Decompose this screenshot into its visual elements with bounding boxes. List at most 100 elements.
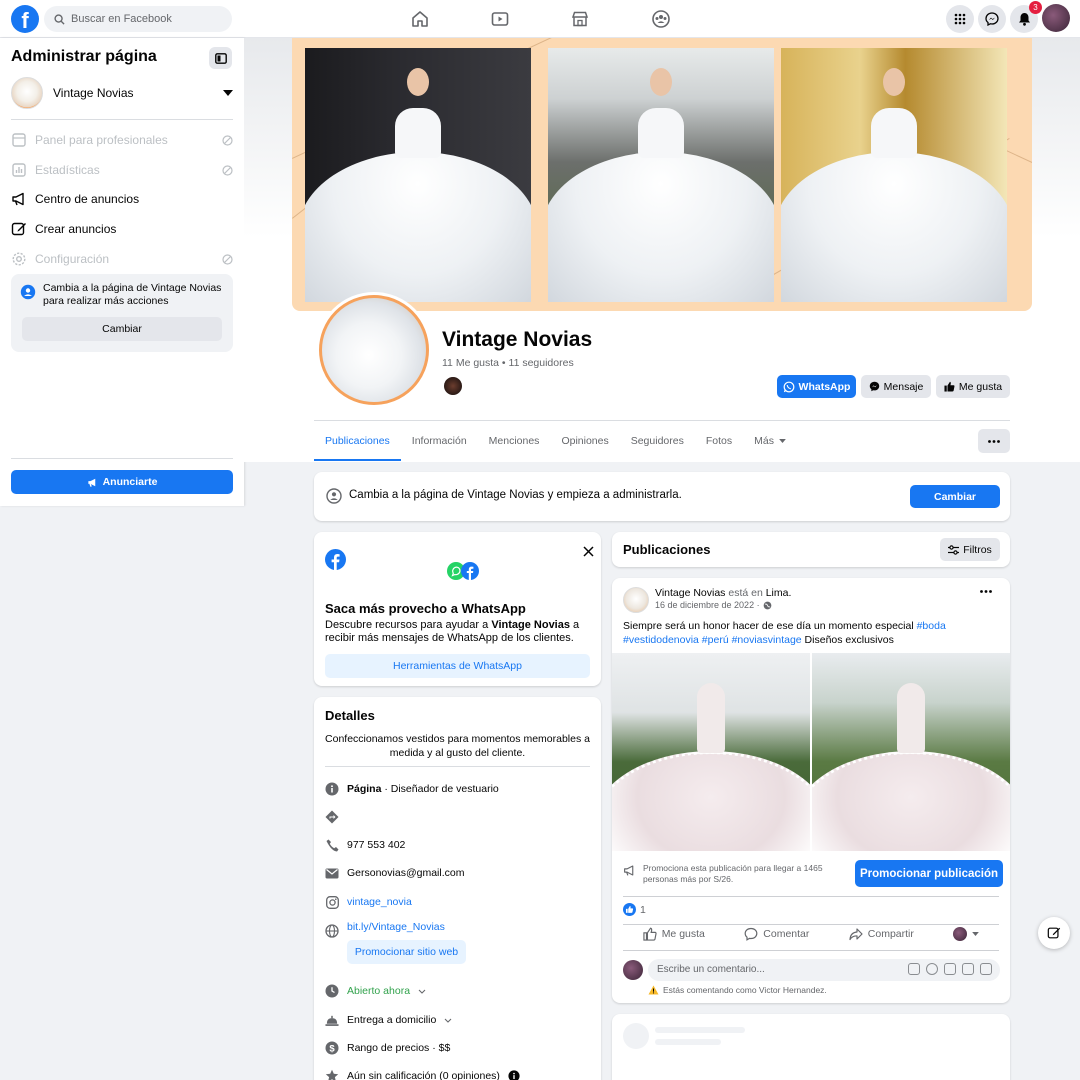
post-author-avatar[interactable]: [623, 587, 649, 613]
commenter-avatar[interactable]: [623, 960, 643, 980]
reaction-profile-selector[interactable]: [953, 927, 980, 941]
commenter-avatar: [953, 927, 968, 941]
like-reaction-icon: [623, 903, 636, 916]
sidebar-item-settings[interactable]: Configuración: [11, 246, 233, 272]
sticker-icon[interactable]: [980, 963, 992, 975]
gif-icon[interactable]: [962, 963, 974, 975]
megaphone-icon: [623, 864, 636, 877]
watch-icon[interactable]: [490, 9, 510, 29]
like-page-button[interactable]: Me gusta: [936, 375, 1010, 398]
post-photo-1[interactable]: [612, 653, 810, 851]
reactions-summary[interactable]: 1: [623, 903, 646, 916]
comment-input[interactable]: Escribe un comentario...: [648, 959, 1000, 981]
service-bell-icon: [325, 1013, 339, 1027]
cover-photo-bride-3: [781, 48, 1007, 302]
facebook-icon: [325, 549, 346, 570]
detail-phone[interactable]: 977 553 402: [325, 838, 405, 852]
compose-icon: [1047, 926, 1061, 940]
tab-more[interactable]: Más: [743, 421, 797, 461]
cover-photo[interactable]: [292, 38, 1032, 311]
page-switcher[interactable]: Vintage Novias: [11, 77, 233, 109]
tab-informacion[interactable]: Información: [401, 421, 478, 461]
close-icon[interactable]: [583, 546, 594, 557]
hashtag-link[interactable]: #vestidodenovia #perú #noviasvintage: [623, 634, 802, 646]
post-card: Vintage Novias está en Lima. 16 de dicie…: [612, 578, 1010, 1003]
search-input[interactable]: Buscar en Facebook: [44, 6, 232, 32]
more-options-button[interactable]: [978, 429, 1010, 453]
sidebar-item-label: Configuración: [35, 252, 110, 266]
hashtag-link[interactable]: #boda: [917, 620, 946, 632]
tab-menciones[interactable]: Menciones: [478, 421, 551, 461]
detail-delivery[interactable]: Entrega a domicilio: [325, 1013, 452, 1027]
detail-category: Página · Diseñador de vestuario: [325, 782, 499, 796]
message-button[interactable]: Mensaje: [861, 375, 931, 398]
tab-fotos[interactable]: Fotos: [695, 421, 743, 461]
detail-directions[interactable]: [325, 810, 339, 824]
tab-publicaciones[interactable]: Publicaciones: [314, 421, 401, 461]
phone-number: 977 553 402: [347, 839, 406, 851]
filter-sliders-icon: [948, 544, 960, 555]
details-card: Detalles Confeccionamos vestidos para mo…: [314, 697, 601, 1080]
instagram-handle: vintage_novia: [347, 896, 412, 908]
whatsapp-button[interactable]: WhatsApp: [777, 375, 856, 398]
facebook-logo[interactable]: f: [11, 5, 39, 33]
camera-icon[interactable]: [944, 963, 956, 975]
filters-button[interactable]: Filtros: [940, 538, 1000, 561]
whatsapp-card-description: Descubre recursos para ayudar a Vintage …: [325, 619, 580, 644]
new-message-button[interactable]: [1038, 917, 1070, 949]
switch-page-button[interactable]: Cambiar: [910, 485, 1000, 508]
sidebar-item-professional-dashboard[interactable]: Panel para profesionales: [11, 127, 233, 153]
divider: [11, 458, 233, 459]
messenger-icon: [869, 381, 880, 392]
page-profile-picture[interactable]: [316, 292, 432, 408]
post-options-icon[interactable]: [980, 590, 992, 593]
like-button[interactable]: Me gusta: [643, 927, 705, 941]
search-placeholder: Buscar en Facebook: [71, 13, 172, 25]
detail-website[interactable]: bit.ly/Vintage_Novias: [325, 921, 445, 938]
statistics-icon: [11, 162, 27, 178]
promote-post-text: Promociona esta publicación para llegar …: [623, 863, 843, 885]
detail-price-range: $ Rango de precios · $$: [325, 1041, 450, 1055]
messenger-icon[interactable]: [978, 5, 1006, 33]
sidebar-item-label: Panel para profesionales: [35, 133, 168, 147]
sidebar-item-ads-center[interactable]: Centro de anuncios: [11, 186, 233, 212]
tab-opiniones[interactable]: Opiniones: [550, 421, 619, 461]
switch-button[interactable]: Cambiar: [22, 317, 222, 341]
thumbs-up-icon: [643, 927, 657, 941]
post-author-name[interactable]: Vintage Novias: [655, 587, 725, 599]
post-location[interactable]: Lima: [766, 587, 789, 599]
post-photo-2[interactable]: [812, 653, 1010, 851]
page-stats[interactable]: 11 Me gusta • 11 seguidores: [442, 357, 574, 369]
detail-instagram[interactable]: vintage_novia: [325, 895, 412, 909]
delivery-label: Entrega a domicilio: [347, 1014, 437, 1026]
groups-icon[interactable]: [651, 9, 671, 29]
tab-seguidores[interactable]: Seguidores: [620, 421, 695, 461]
detail-email[interactable]: Gersonovias@gmail.com: [325, 866, 464, 880]
comment-button[interactable]: Comentar: [744, 927, 809, 941]
sidebar-item-label: Estadísticas: [35, 163, 100, 177]
detail-rating[interactable]: Aún sin calificación (0 opiniones): [325, 1069, 520, 1080]
home-icon[interactable]: [410, 9, 430, 29]
menu-grid-icon[interactable]: [946, 5, 974, 33]
directions-icon: [325, 810, 339, 824]
whatsapp-tools-button[interactable]: Herramientas de WhatsApp: [325, 654, 590, 678]
advertise-button[interactable]: Anunciarte: [11, 470, 233, 494]
marketplace-icon[interactable]: [570, 9, 590, 29]
disabled-icon: [222, 164, 233, 176]
sidebar-item-create-ads[interactable]: Crear anuncios: [11, 216, 233, 242]
post-timestamp[interactable]: 16 de diciembre de 2022 ·: [655, 600, 772, 610]
commenting-as-note: Estás comentando como Victor Hernandez.: [648, 985, 827, 995]
detail-hours[interactable]: Abierto ahora: [325, 984, 426, 998]
emoji-icon[interactable]: [926, 963, 938, 975]
collapse-panel-icon[interactable]: [209, 47, 232, 69]
promote-post-button[interactable]: Promocionar publicación: [855, 860, 1003, 887]
switch-profile-message: Cambia a la página de Vintage Novias par…: [43, 282, 222, 307]
share-button[interactable]: Compartir: [849, 927, 914, 941]
sidebar-item-statistics[interactable]: Estadísticas: [11, 157, 233, 183]
follower-avatar[interactable]: [443, 376, 463, 396]
account-avatar[interactable]: [1042, 4, 1070, 32]
notification-count-badge: 3: [1029, 1, 1042, 14]
promote-website-button[interactable]: Promocionar sitio web: [347, 940, 466, 964]
avatar-sticker-icon[interactable]: [908, 963, 920, 975]
cover-photo-bride-1: [305, 48, 531, 302]
